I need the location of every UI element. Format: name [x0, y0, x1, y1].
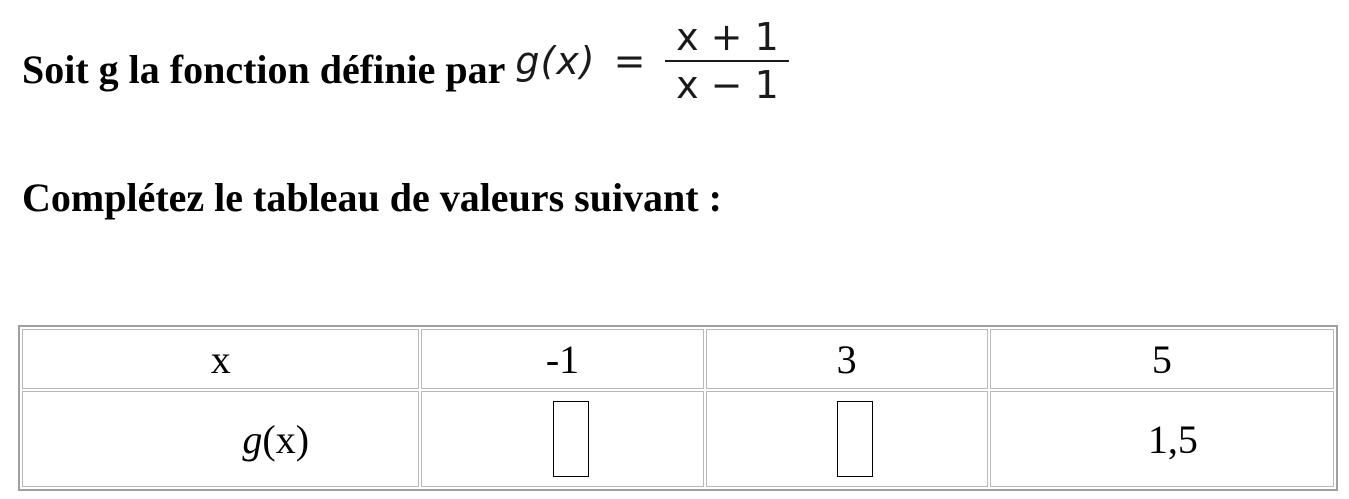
- values-table: x -1 3 5 g(x) 1,5: [18, 325, 1338, 491]
- row-label-g: g: [242, 416, 263, 462]
- x-value-1: -1: [421, 329, 704, 390]
- intro-text: Soit g la fonction définie par: [22, 46, 506, 92]
- row-label-arg: (x): [262, 416, 310, 462]
- formula-equals: =: [613, 39, 646, 83]
- table-row-x: x -1 3 5: [22, 329, 1334, 390]
- x-value-3: 5: [989, 329, 1334, 390]
- fraction-bar: [665, 60, 790, 62]
- row-label-x: x: [22, 329, 420, 390]
- formula-fraction: x + 1 x − 1: [665, 15, 790, 107]
- function-formula: g(x) = x + 1 x − 1: [515, 15, 790, 107]
- gx-cell-2: [705, 391, 988, 487]
- answer-input-1[interactable]: [552, 401, 589, 478]
- gx-value-3: 1,5: [989, 391, 1334, 487]
- table-row-gx: g(x) 1,5: [22, 391, 1334, 487]
- intro-line: Soit g la fonction définie par g(x) = x …: [22, 14, 790, 124]
- row-label-gx: g(x): [22, 391, 420, 487]
- formula-lhs: g(x): [515, 39, 596, 83]
- x-value-2: 3: [705, 329, 988, 390]
- answer-input-2[interactable]: [836, 401, 873, 478]
- gx-cell-1: [421, 391, 704, 487]
- instruction-text: Complétez le tableau de valeurs suivant …: [22, 175, 722, 220]
- formula-denominator: x − 1: [676, 63, 779, 107]
- formula-numerator: x + 1: [676, 15, 779, 59]
